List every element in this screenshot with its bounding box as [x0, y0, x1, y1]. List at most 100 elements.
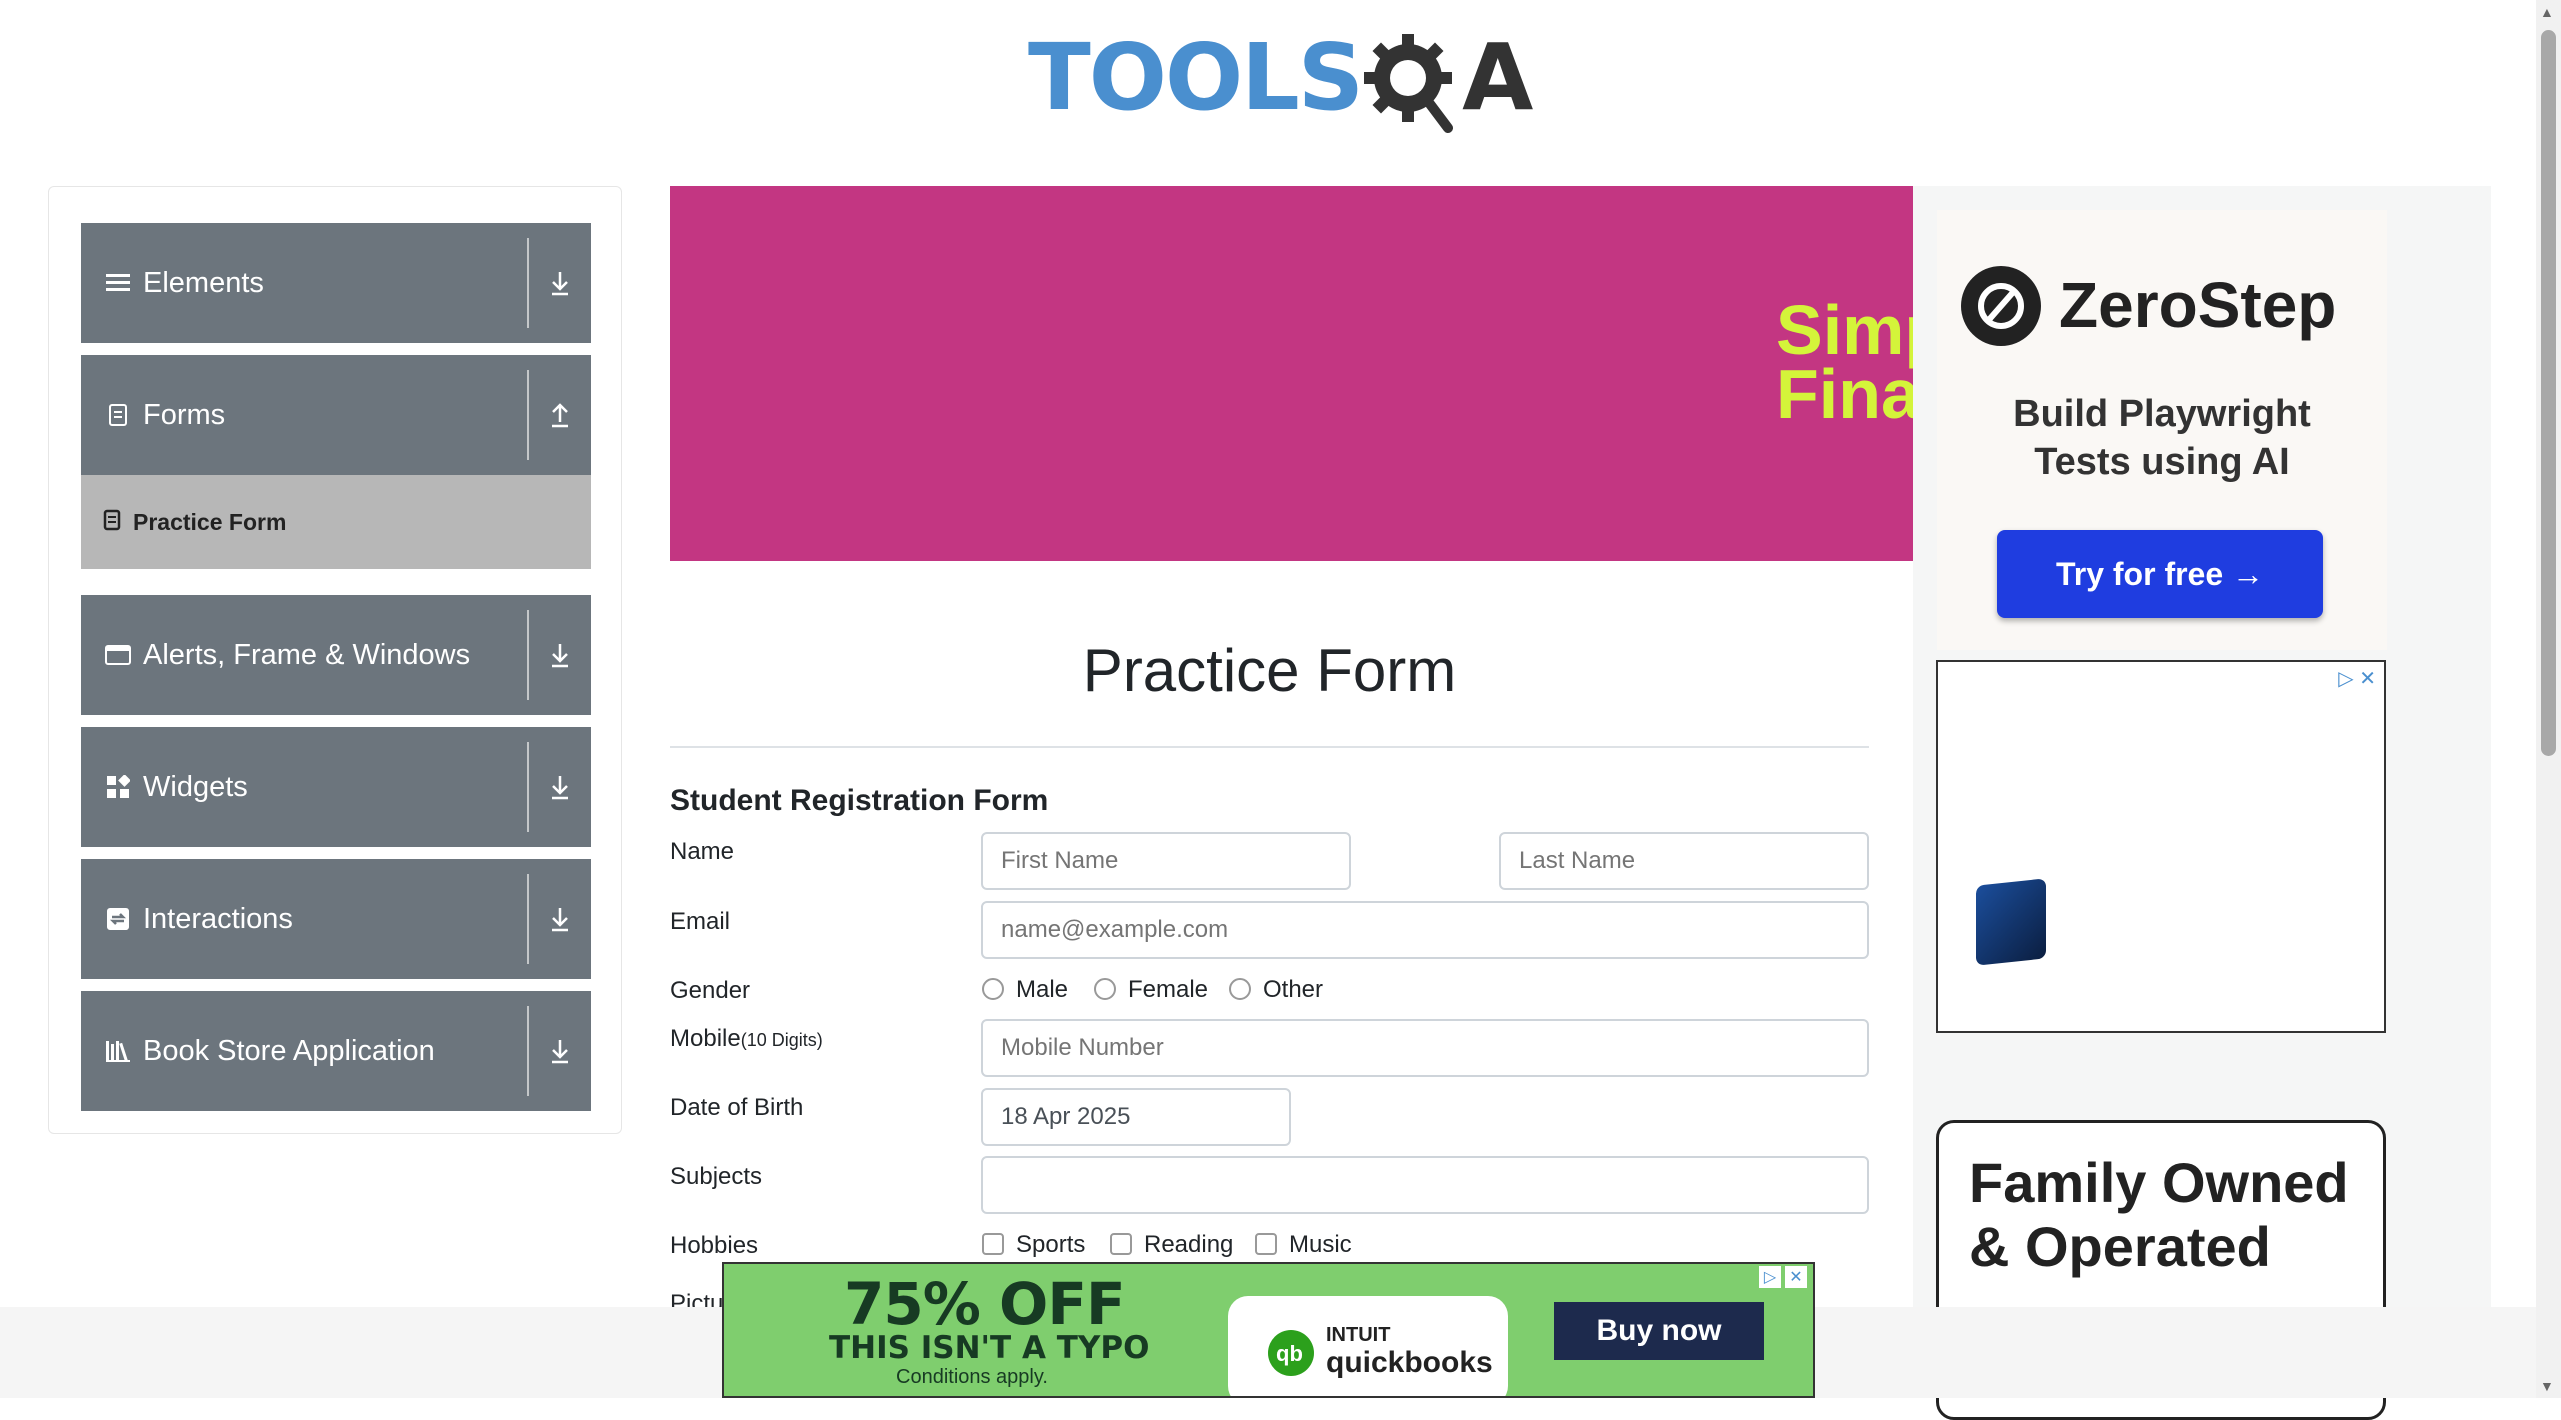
- form-subtitle: Student Registration Form: [670, 784, 1049, 817]
- close-icon[interactable]: ✕: [1785, 1266, 1807, 1288]
- form-icon: [103, 509, 121, 536]
- family-owned-text: Family Owned & Operated: [1969, 1151, 2349, 1279]
- divider: [527, 874, 529, 964]
- sidebar-group-label: Book Store Application: [143, 1034, 435, 1067]
- subjects-label: Subjects: [670, 1163, 763, 1190]
- gender-other-radio[interactable]: [1229, 978, 1251, 1000]
- sidebar-item-label: Practice Form: [133, 508, 287, 535]
- ad-headline: 75% OFF: [844, 1270, 1126, 1338]
- mobile-hint: (10 Digits): [740, 1030, 823, 1050]
- mobile-label: Mobile(10 Digits): [670, 1025, 823, 1053]
- mobile-label-text: Mobile: [670, 1025, 741, 1052]
- divider: [527, 610, 529, 700]
- mobile-input[interactable]: [981, 1019, 1869, 1077]
- sidebar-group-label: Widgets: [143, 770, 248, 803]
- download-arrow-icon[interactable]: [529, 774, 591, 800]
- ad-choices-icon[interactable]: ▷ ✕: [2338, 666, 2376, 691]
- left-panel: Elements Forms Practice Form Alerts, Fra…: [48, 186, 622, 1134]
- gender-other-label[interactable]: Other: [1263, 976, 1323, 1004]
- gender-female-label[interactable]: Female: [1128, 976, 1208, 1004]
- window-icon: [105, 644, 131, 666]
- ad-subline: THIS ISN'T A TYPO: [829, 1330, 1150, 1366]
- phone-image: [1976, 878, 2046, 966]
- sidebar-group-widgets[interactable]: Widgets: [81, 727, 591, 847]
- hobby-music-checkbox[interactable]: [1255, 1233, 1277, 1255]
- sidebar-group-label: Forms: [143, 398, 226, 431]
- zerostep-logo-icon: [1961, 266, 2041, 346]
- hobby-reading-label[interactable]: Reading: [1144, 1231, 1233, 1259]
- download-arrow-icon[interactable]: [529, 270, 591, 296]
- hobby-reading-checkbox[interactable]: [1110, 1233, 1132, 1255]
- gender-female-radio[interactable]: [1094, 978, 1116, 1000]
- menu-icon: [105, 272, 131, 294]
- toolsqa-logo[interactable]: TOOLS A: [1028, 18, 1533, 138]
- banner-line-1: Simp: [1776, 291, 1913, 369]
- buy-now-button[interactable]: Buy now: [1554, 1302, 1764, 1360]
- sidebar-group-label: Interactions: [143, 902, 293, 935]
- scroll-down-icon[interactable]: ▼: [2540, 1378, 2554, 1394]
- family-line-2: & Operated: [1969, 1215, 2271, 1278]
- document-icon: [105, 403, 131, 427]
- download-arrow-icon[interactable]: [529, 642, 591, 668]
- hobby-sports-label[interactable]: Sports: [1016, 1231, 1085, 1259]
- divider: [527, 742, 529, 832]
- email-input[interactable]: [981, 901, 1869, 959]
- date-of-birth-input[interactable]: 18 Apr 2025: [981, 1088, 1291, 1146]
- sidebar-group-label: Elements: [143, 266, 264, 299]
- sidebar-item-practice-form[interactable]: Practice Form: [81, 475, 591, 569]
- hobby-sports-checkbox[interactable]: [982, 1233, 1004, 1255]
- upload-arrow-icon[interactable]: [529, 402, 591, 428]
- banner-ad-text: Simp Fina: [1776, 291, 1913, 433]
- gear-magnifier-icon: [1362, 28, 1462, 133]
- hobby-music-label[interactable]: Music: [1289, 1231, 1352, 1259]
- zerostep-name: ZeroStep: [2059, 269, 2337, 341]
- banner-ad[interactable]: Simp Fina: [670, 186, 1913, 561]
- dob-label: Date of Birth: [670, 1094, 804, 1121]
- library-icon: [105, 1039, 131, 1063]
- sidebar-group-forms[interactable]: Forms: [81, 355, 591, 475]
- sidebar-group-interactions[interactable]: Interactions: [81, 859, 591, 979]
- hobbies-label: Hobbies: [670, 1232, 759, 1259]
- gender-label: Gender: [670, 977, 751, 1004]
- sidebar-group-book-store[interactable]: Book Store Application: [81, 991, 591, 1111]
- family-line-1: Family Owned: [1969, 1151, 2349, 1214]
- sidebar-group-label: Alerts, Frame & Windows: [143, 638, 471, 671]
- page-title: Practice Form: [1082, 637, 1457, 704]
- quickbooks-ad[interactable]: 75% OFF THIS ISN'T A TYPO Conditions app…: [722, 1262, 1815, 1398]
- banner-line-2: Fina: [1776, 355, 1913, 433]
- zerostep-ad[interactable]: ZeroStep Build Playwright Tests using AI…: [1937, 210, 2387, 650]
- quickbooks-logo-icon: qb: [1268, 1330, 1314, 1376]
- download-arrow-icon[interactable]: [529, 906, 591, 932]
- svg-text:qb: qb: [1276, 1341, 1303, 1366]
- divider: [527, 1006, 529, 1096]
- gender-male-radio[interactable]: [982, 978, 1004, 1000]
- intuit-text: INTUIT: [1326, 1324, 1391, 1346]
- subjects-input[interactable]: [981, 1156, 1869, 1214]
- zerostep-tagline-2: Tests using AI: [2034, 441, 2290, 483]
- divider: [527, 370, 529, 460]
- quickbooks-logo-card: qb INTUIT quickbooks: [1228, 1296, 1508, 1396]
- last-name-input[interactable]: [1499, 832, 1869, 890]
- name-label: Name: [670, 838, 735, 865]
- gender-male-label[interactable]: Male: [1016, 976, 1068, 1004]
- try-for-free-button[interactable]: Try for free →: [1997, 530, 2323, 618]
- ad-controls: ▷ ✕: [1759, 1266, 1807, 1288]
- interactions-icon: [105, 907, 131, 931]
- quickbooks-text: quickbooks: [1326, 1346, 1493, 1379]
- download-arrow-icon[interactable]: [529, 1038, 591, 1064]
- first-name-input[interactable]: [981, 832, 1351, 890]
- widgets-icon: [105, 775, 131, 799]
- zerostep-tagline: Build Playwright Tests using AI: [1937, 390, 2387, 486]
- scroll-up-icon[interactable]: ▲: [2540, 4, 2554, 20]
- logo-text: TOOLS: [1028, 24, 1364, 131]
- scrollbar-thumb[interactable]: [2541, 30, 2556, 756]
- sidebar-group-elements[interactable]: Elements: [81, 223, 591, 343]
- email-label: Email: [670, 908, 731, 935]
- zerostep-tagline-1: Build Playwright: [2013, 393, 2311, 435]
- display-ad[interactable]: ▷ ✕: [1936, 660, 2386, 1033]
- ad-fineprint: Conditions apply.: [896, 1366, 1048, 1388]
- logo-a: A: [1462, 24, 1534, 131]
- sidebar-group-alerts[interactable]: Alerts, Frame & Windows: [81, 595, 591, 715]
- title-divider: [670, 746, 1869, 748]
- ad-choices-icon[interactable]: ▷: [1759, 1266, 1781, 1288]
